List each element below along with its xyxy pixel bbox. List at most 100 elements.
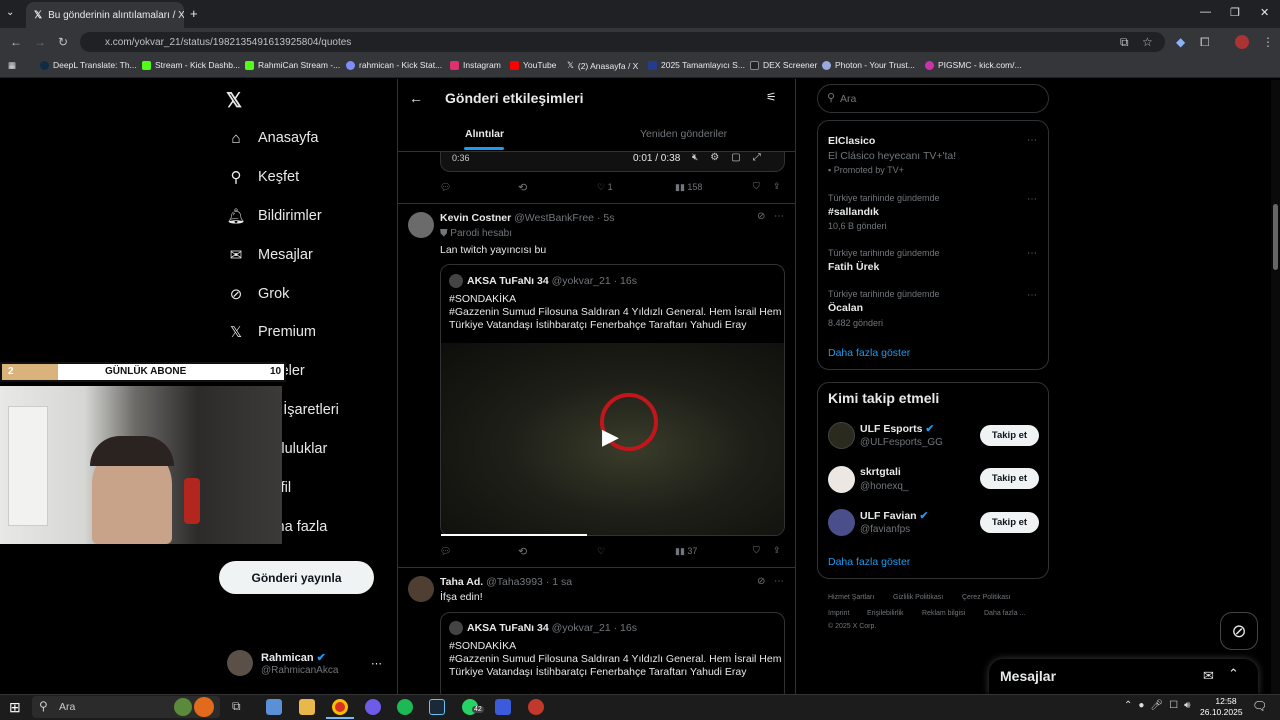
forward-icon[interactable]: → [34, 35, 46, 49]
show-more-link[interactable]: Daha fazla göster [828, 556, 910, 568]
bookmark-dex-screener[interactable]: DEX Screener [750, 60, 817, 70]
back-arrow-icon[interactable]: ← [409, 90, 423, 106]
x-logo-icon[interactable]: 𝕏 [226, 88, 242, 113]
play-icon[interactable]: ▶ [602, 424, 619, 450]
url-input[interactable]: x.com/yokvar_21/status/19821354916139258… [80, 32, 1165, 52]
post-menu-icon[interactable]: ⋯ [774, 576, 784, 587]
account-menu-icon[interactable]: ⋯ [371, 657, 382, 670]
apps-grid-icon[interactable]: ▦ [8, 60, 16, 71]
like-button[interactable]: ♡ [597, 546, 605, 557]
grok-post-icon[interactable]: ⊘ [757, 211, 765, 222]
repost-icon[interactable]: ⟲ [518, 545, 527, 558]
reply-icon[interactable]: 💬︎ [440, 546, 451, 557]
avatar[interactable] [828, 422, 855, 449]
file-explorer-icon[interactable] [299, 699, 315, 715]
nav-messages[interactable]: ✉ Mesajlar [228, 247, 313, 264]
profile-name[interactable]: Rahmican ✔ [261, 651, 326, 664]
footer-link[interactable]: Daha fazla ... [984, 610, 1025, 617]
post-button[interactable]: Gönderi yayınla [219, 561, 374, 594]
system-tray-icons[interactable]: ⌃●🎤︎☐🔊︎ [1124, 700, 1196, 711]
grok-post-icon[interactable]: ⊘ [757, 576, 765, 587]
clock-date[interactable]: 26.10.2025 [1200, 707, 1243, 717]
share-icon[interactable]: ⇪ [773, 181, 781, 192]
reload-icon[interactable]: ↻ [58, 35, 68, 49]
follow-button[interactable]: Takip et [980, 468, 1039, 489]
bookmark-kick-stats[interactable]: rahmican - Kick Stat... [346, 60, 442, 70]
close-window-icon[interactable]: ✕ [1260, 6, 1269, 19]
grok-float-icon[interactable]: ⊘ [1220, 612, 1258, 650]
tab-reposts[interactable]: Yeniden gönderiler [640, 128, 727, 140]
bookmark-youtube[interactable]: YouTube [510, 60, 556, 70]
suggested-user-name[interactable]: ULF Favian ✔ [860, 510, 928, 522]
spotify-icon[interactable] [397, 699, 413, 715]
page-scrollbar[interactable] [1271, 80, 1280, 694]
bookmark-post-icon[interactable]: ⛉ [753, 181, 760, 192]
follow-button[interactable]: Takip et [980, 425, 1039, 446]
footer-link[interactable]: Erişilebilirlik [867, 610, 904, 617]
footer-link[interactable]: Çerez Politikası [962, 594, 1011, 601]
install-icon[interactable]: ⧉ [1120, 35, 1129, 50]
trend-menu-icon[interactable]: ⋯ [1027, 248, 1037, 259]
tab-search-icon[interactable]: ⌄ [6, 7, 14, 18]
trend-menu-icon[interactable]: ⋯ [1027, 194, 1037, 205]
trend-item[interactable]: Fatih Ürek [828, 261, 879, 273]
steam-icon[interactable] [429, 699, 445, 715]
trend-item[interactable]: ElClasico [828, 135, 875, 147]
menu-dots-icon[interactable]: ⋮ [1262, 35, 1274, 49]
expand-icon[interactable]: ⌃ [1228, 666, 1239, 682]
task-view-icon[interactable]: ⧉ [232, 699, 248, 715]
app-icon[interactable] [495, 699, 511, 715]
bookmark-rahmican-stream[interactable]: RahmiCan Stream -... [245, 60, 340, 70]
restore-icon[interactable]: ❐ [1230, 6, 1240, 19]
follow-button[interactable]: Takip et [980, 512, 1039, 533]
reply-icon[interactable]: 💬︎ [440, 182, 451, 193]
like-button[interactable]: ♡ 1 [597, 182, 613, 193]
bookmark-tamamlayici[interactable]: 2025 Tamamlayıcı S... [648, 60, 745, 70]
trend-menu-icon[interactable]: ⋯ [1027, 135, 1037, 146]
windows-start-icon[interactable]: ⊞ [9, 699, 21, 716]
profile-avatar-icon[interactable] [1235, 35, 1249, 49]
scrollbar-thumb[interactable] [1273, 204, 1278, 270]
video-progress[interactable] [441, 534, 587, 536]
app-icon[interactable] [365, 699, 381, 715]
views-count[interactable]: ▮▮ 37 [675, 546, 697, 557]
avatar[interactable] [828, 466, 855, 493]
post-menu-icon[interactable]: ⋯ [774, 211, 784, 222]
app-icon[interactable] [266, 699, 282, 715]
nav-grok[interactable]: ⊘ Grok [228, 286, 290, 303]
bookmark-instagram[interactable]: Instagram [450, 60, 501, 70]
chrome-icon[interactable] [332, 699, 348, 715]
obs-icon[interactable] [528, 699, 544, 715]
bookmark-photon[interactable]: Photon - Your Trust... [822, 60, 915, 70]
extension-icon[interactable]: ◆ [1176, 35, 1185, 49]
bookmark-x-home[interactable]: 𝕏 (2) Anasayfa / X [567, 60, 638, 71]
share-icon[interactable]: ⇪ [773, 545, 781, 556]
back-icon[interactable]: ← [10, 35, 22, 49]
new-tab-icon[interactable]: + [190, 6, 198, 21]
footer-link[interactable]: Hizmet Şartları [828, 594, 874, 601]
avatar[interactable] [828, 509, 855, 536]
tab-quotes[interactable]: Alıntılar [465, 128, 504, 140]
nav-notifications[interactable]: 🔔︎ Bildirimler [226, 208, 321, 225]
footer-link[interactable]: Gizlilik Politikası [893, 594, 943, 601]
trend-menu-icon[interactable]: ⋯ [1027, 290, 1037, 301]
nav-home[interactable]: ⌂ Anasayfa [228, 130, 318, 147]
post-author[interactable]: Kevin Costner @WestBankFree · 5s [440, 212, 614, 224]
taskbar-search[interactable]: ⚲ Ara [32, 696, 220, 718]
repost-icon[interactable]: ⟲ [518, 181, 527, 194]
extensions-puzzle-icon[interactable]: ⧠ [1200, 35, 1210, 50]
trend-item[interactable]: Öcalan [828, 302, 863, 314]
show-more-link[interactable]: Daha fazla göster [828, 347, 910, 359]
avatar[interactable] [408, 576, 434, 602]
bookmark-deepl[interactable]: DeepL Translate: Th... [40, 60, 137, 70]
nav-premium[interactable]: 𝕏 Premium [228, 324, 316, 341]
suggested-user-name[interactable]: skrtgtali [860, 466, 901, 478]
views-count[interactable]: ▮▮ 158 [675, 182, 702, 193]
footer-link[interactable]: Reklam bilgisi [922, 610, 965, 617]
avatar[interactable] [408, 212, 434, 238]
search-input[interactable]: ⚲ Ara [817, 84, 1049, 113]
post-author[interactable]: Taha Ad. @Taha3993 · 1 sa [440, 576, 572, 588]
suggested-user-name[interactable]: ULF Esports ✔ [860, 423, 934, 435]
trend-item[interactable]: #sallandık [828, 206, 879, 218]
nav-explore[interactable]: ⚲ Keşfet [228, 169, 300, 186]
